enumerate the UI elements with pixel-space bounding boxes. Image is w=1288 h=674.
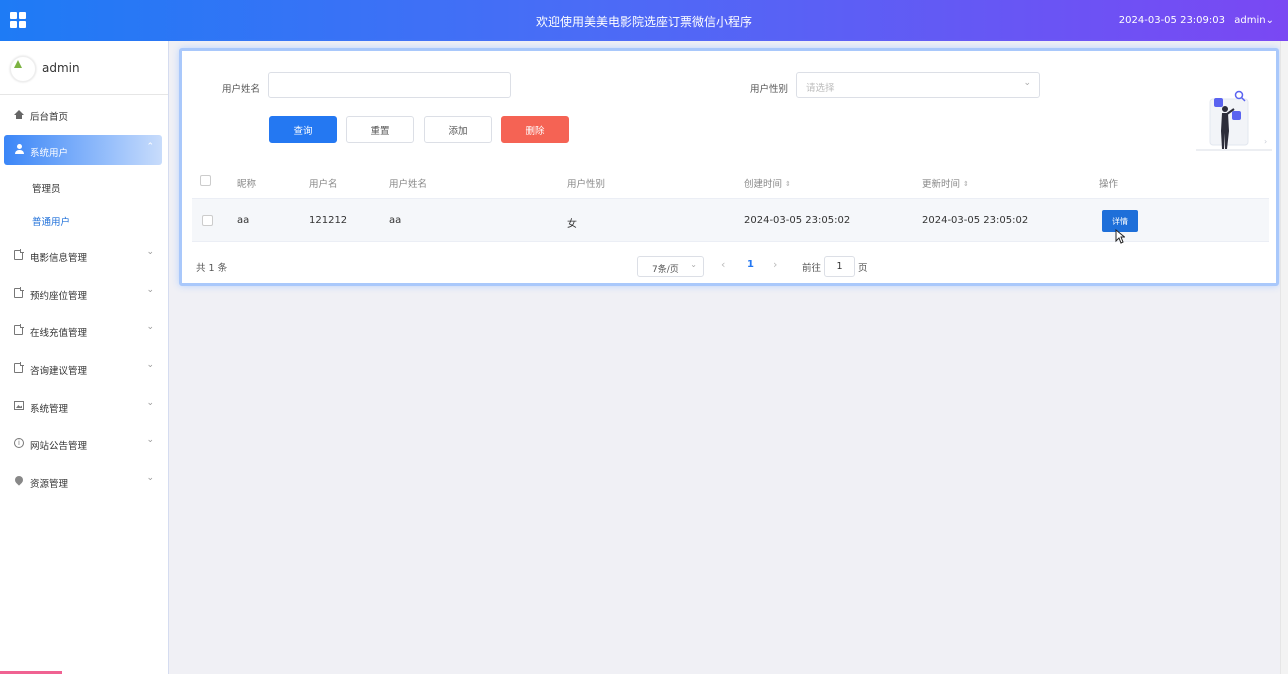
column-header-gender: 用户性别 [567,179,606,190]
user-icon [15,144,24,154]
chevron-down-icon: ⌄ [146,285,154,295]
sidebar-item-label: 在线充值管理 [30,328,88,339]
document-icon [14,249,24,260]
svg-text:›: › [1264,137,1267,146]
location-pin-icon [15,476,23,486]
query-button[interactable]: 查询 [269,116,337,143]
gender-filter-select[interactable]: 请选择 ⌄ [796,72,1040,98]
total-count: 共 1 条 [196,263,228,274]
sidebar-item-label: 电影信息管理 [30,253,88,264]
document-icon [14,287,24,298]
column-header-nickname: 昵称 [237,179,257,190]
app-title: 欢迎使用美美电影院选座订票微信小程序 [535,15,752,29]
reset-button[interactable]: 重置 [346,116,414,143]
delete-button[interactable]: 删除 [501,116,569,143]
mouse-cursor-icon [1115,229,1125,244]
avatar [10,56,36,82]
column-header-updated[interactable]: 更新时间 ⇕ [922,176,969,190]
sidebar-item-label: 系统用户 [30,148,69,159]
chevron-down-icon: ⌄ [146,247,154,257]
goto-page-input[interactable] [824,256,855,277]
table-header: 昵称 用户名 用户姓名 用户性别 创建时间 ⇕ 更新时间 ⇕ 操作 [192,163,1269,199]
sidebar-item-seat[interactable]: 预约座位管理 ⌄ [4,278,162,308]
profile-username: admin [42,61,80,75]
user-dropdown[interactable]: admin⌄ [1234,15,1274,26]
page-size-select[interactable]: 7条/页 ⌄ [637,256,704,277]
prev-page-icon[interactable]: ‹ [721,258,725,271]
top-header: 欢迎使用美美电影院选座订票微信小程序 2024-03-05 23:09:03 a… [0,0,1288,41]
column-header-label: 创建时间 [744,179,783,190]
row-checkbox[interactable] [202,215,213,226]
sidebar-item-label: 后台首页 [30,112,69,123]
chevron-down-icon: ⌄ [1023,78,1031,88]
cell-updated: 2024-03-05 23:05:02 [922,215,1029,226]
gender-filter-placeholder: 请选择 [806,83,835,94]
chevron-down-icon: ⌄ [146,398,154,408]
page-size-value: 7条/页 [652,265,679,275]
gender-filter-label: 用户性别 [750,84,789,95]
search-illustration: › [1196,90,1272,151]
chevron-down-icon: ⌄ [1265,15,1274,26]
sidebar-item-label: 资源管理 [30,479,69,490]
sort-icon[interactable]: ⇕ [963,180,969,188]
chevron-down-icon: ⌄ [146,360,154,370]
sidebar-item-resource[interactable]: 资源管理 ⌄ [4,466,162,496]
sidebar-subitem-admin[interactable]: 管理员 [32,181,61,195]
select-all-checkbox[interactable] [200,175,211,186]
column-header-created[interactable]: 创建时间 ⇕ [744,176,791,190]
cell-username: 121212 [309,215,348,226]
cell-created: 2024-03-05 23:05:02 [744,215,851,226]
cell-realname: aa [389,215,402,226]
name-filter-label: 用户姓名 [222,84,261,95]
sidebar: admin 后台首页 系统用户 ⌃ 管理员 普通用户 电影信息管理 ⌄ 预约座位… [0,41,169,674]
sidebar-item-label: 咨询建议管理 [30,366,88,377]
sidebar-item-system[interactable]: 系统管理 ⌄ [4,391,162,421]
user-list-panel: 用户姓名 用户性别 请选择 ⌄ 查询 重置 添加 删除 › 昵称 用户名 用户姓… [179,48,1279,286]
sidebar-item-system-users[interactable]: 系统用户 ⌃ [4,135,162,165]
pagination: 共 1 条 7条/页 ⌄ ‹ 1 › 前往 页 [192,254,1269,278]
goto-label: 前往 [802,263,822,274]
chevron-up-icon: ⌃ [146,142,154,152]
page-scrollbar[interactable] [1280,41,1288,674]
sidebar-item-recharge[interactable]: 在线充值管理 ⌄ [4,315,162,345]
info-icon: i [14,438,24,448]
sidebar-item-label: 预约座位管理 [30,291,88,302]
goto-suffix: 页 [858,263,868,274]
cell-gender: 女 [567,219,577,230]
sidebar-item-label: 网站公告管理 [30,441,88,452]
column-header-label: 更新时间 [922,179,961,190]
add-button[interactable]: 添加 [424,116,492,143]
sidebar-subitem-normal-users[interactable]: 普通用户 [32,214,70,228]
column-header-username: 用户名 [309,179,338,190]
document-icon [14,324,24,335]
sidebar-item-label: 系统管理 [30,404,69,415]
chevron-down-icon: ⌄ [690,260,697,269]
header-datetime: 2024-03-05 23:09:03 [1118,15,1225,26]
column-header-realname: 用户姓名 [389,179,428,190]
page-number[interactable]: 1 [747,259,754,270]
home-icon [14,110,24,119]
next-page-icon[interactable]: › [773,258,777,271]
sidebar-item-home[interactable]: 后台首页 [4,99,162,129]
table-row: aa 121212 aa 女 2024-03-05 23:05:02 2024-… [192,198,1269,242]
chevron-down-icon: ⌄ [146,435,154,445]
sidebar-item-notice[interactable]: i 网站公告管理 ⌄ [4,428,162,458]
chevron-down-icon: ⌄ [146,473,154,483]
name-filter-input[interactable] [268,72,511,98]
user-profile: admin [0,41,168,95]
chevron-down-icon: ⌄ [146,322,154,332]
cell-nickname: aa [237,215,250,226]
picture-icon [14,401,24,410]
sort-icon[interactable]: ⇕ [785,180,791,188]
column-header-actions: 操作 [1099,179,1119,190]
document-icon [14,362,24,373]
sidebar-item-advice[interactable]: 咨询建议管理 ⌄ [4,353,162,383]
sidebar-item-movie[interactable]: 电影信息管理 ⌄ [4,240,162,270]
user-name: admin [1234,15,1266,26]
